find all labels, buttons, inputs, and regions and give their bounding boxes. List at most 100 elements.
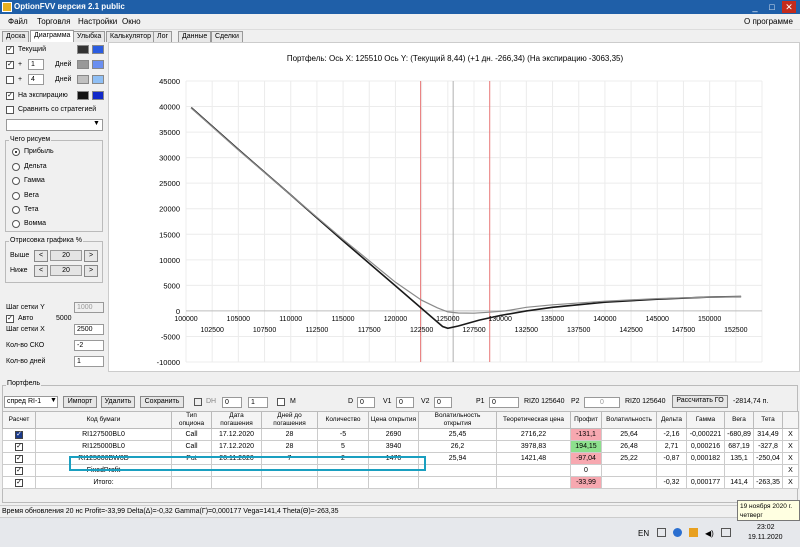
calc-checkbox[interactable]: ✓: [15, 442, 23, 451]
table-cell[interactable]: 26,2: [418, 440, 497, 453]
app-tray-icon[interactable]: [689, 528, 698, 537]
notification-icon[interactable]: [657, 528, 666, 537]
table-cell[interactable]: 2716,22: [496, 428, 571, 441]
plus4-days-input[interactable]: 4: [28, 74, 44, 85]
radio-profit[interactable]: [12, 148, 20, 156]
table-cell[interactable]: -5: [317, 428, 369, 441]
m-checkbox[interactable]: [277, 398, 285, 406]
table-cell[interactable]: 0,000182: [686, 452, 725, 465]
calc-checkbox[interactable]: ✓: [15, 454, 23, 463]
expiry-color-b[interactable]: [92, 91, 104, 100]
profit-chart[interactable]: 45000 40000 35000 30000 25000 20000 15000 10000…: [109, 71, 799, 371]
radio-delta[interactable]: [12, 163, 20, 171]
col-header[interactable]: Волатильность: [601, 411, 657, 429]
table-cell[interactable]: [496, 464, 571, 477]
compare-checkbox[interactable]: [6, 106, 14, 114]
menu-file[interactable]: Файл: [8, 17, 28, 26]
col-header[interactable]: Количество: [317, 411, 369, 429]
table-cell[interactable]: 26,48: [601, 440, 657, 453]
table-cell[interactable]: 0: [570, 464, 602, 477]
table-cell[interactable]: [171, 476, 212, 489]
col-header[interactable]: Код бумаги: [35, 411, 172, 429]
table-cell[interactable]: -263,35: [753, 476, 783, 489]
tab-deals[interactable]: Сделки: [211, 31, 243, 42]
table-cell[interactable]: [418, 476, 497, 489]
table-cell[interactable]: Итого:: [35, 476, 172, 489]
plus1-color-b[interactable]: [92, 60, 104, 69]
table-cell[interactable]: 3940: [368, 440, 419, 453]
plus1-days-input[interactable]: 1: [28, 59, 44, 70]
expiry-profit-line[interactable]: [190, 107, 742, 330]
maximize-button[interactable]: □: [765, 1, 779, 13]
col-header[interactable]: Гамма: [686, 411, 725, 429]
v2-input[interactable]: 0: [434, 397, 452, 408]
menu-about[interactable]: О программе: [744, 17, 793, 26]
table-cell[interactable]: [368, 476, 419, 489]
below-input[interactable]: 20: [50, 265, 82, 276]
calc-checkbox-cell[interactable]: ✓: [2, 428, 36, 441]
table-cell[interactable]: 25,64: [601, 428, 657, 441]
grid-y-input[interactable]: 1000: [74, 302, 104, 313]
table-cell[interactable]: 2,71: [656, 440, 687, 453]
clock-time[interactable]: 23:02: [757, 524, 775, 531]
table-cell[interactable]: 17.12.2020: [211, 428, 262, 441]
auto-checkbox[interactable]: ✓: [6, 315, 14, 323]
col-header[interactable]: Волатильность открытия: [418, 411, 497, 429]
col-header[interactable]: Тип опциона: [171, 411, 212, 429]
menu-window[interactable]: Окно: [122, 17, 141, 26]
remove-row-button[interactable]: X: [782, 440, 799, 453]
table-cell[interactable]: -97,04: [570, 452, 602, 465]
col-header[interactable]: Цена открытия: [368, 411, 419, 429]
table-cell[interactable]: -33,99: [570, 476, 602, 489]
expiry-color-a[interactable]: [77, 91, 89, 100]
table-cell[interactable]: 2690: [368, 428, 419, 441]
below-increase-button[interactable]: >: [84, 265, 98, 277]
col-header[interactable]: Профит: [570, 411, 602, 429]
table-cell[interactable]: RI127500BL0: [35, 428, 172, 441]
close-button[interactable]: ✕: [782, 1, 796, 13]
tab-data[interactable]: Данные: [178, 31, 212, 42]
col-header[interactable]: Дата погашения: [211, 411, 262, 429]
speaker-icon[interactable]: ◀): [705, 529, 714, 538]
col-header[interactable]: Вега: [724, 411, 754, 429]
strategy-select[interactable]: [6, 119, 103, 131]
table-cell[interactable]: 28: [261, 440, 318, 453]
remove-row-button[interactable]: X: [782, 452, 799, 465]
p2-input[interactable]: 0: [584, 397, 620, 408]
import-button[interactable]: Импорт: [63, 396, 97, 408]
minimize-button[interactable]: _: [748, 1, 762, 13]
table-cell[interactable]: -250,04: [753, 452, 783, 465]
save-button[interactable]: Сохранить: [140, 396, 184, 408]
language-indicator[interactable]: EN: [638, 529, 649, 538]
delete-button[interactable]: Удалить: [101, 396, 135, 408]
sko-input[interactable]: -2: [74, 340, 104, 351]
table-cell[interactable]: -0,32: [656, 476, 687, 489]
above-decrease-button[interactable]: <: [34, 250, 48, 262]
col-header[interactable]: Дней до погашения: [261, 411, 318, 429]
current-checkbox[interactable]: ✓: [6, 46, 14, 54]
table-cell[interactable]: -2,16: [656, 428, 687, 441]
table-cell[interactable]: [686, 464, 725, 477]
table-cell[interactable]: 314,49: [753, 428, 783, 441]
v1-input[interactable]: 0: [396, 397, 414, 408]
radio-vomma[interactable]: [12, 220, 20, 228]
plus4-checkbox[interactable]: [6, 76, 14, 84]
tab-board[interactable]: Доска: [2, 31, 30, 42]
current-color-blue[interactable]: [92, 45, 104, 54]
radio-theta[interactable]: [12, 206, 20, 214]
table-cell[interactable]: -680,89: [724, 428, 754, 441]
table-cell[interactable]: 0,000177: [686, 476, 725, 489]
table-cell[interactable]: 687,19: [724, 440, 754, 453]
plus1-checkbox[interactable]: ✓: [6, 61, 14, 69]
table-cell[interactable]: -0,87: [656, 452, 687, 465]
table-cell[interactable]: -327,8: [753, 440, 783, 453]
calc-checkbox[interactable]: ✓: [15, 466, 23, 475]
table-cell[interactable]: 25,45: [418, 428, 497, 441]
table-cell[interactable]: -131,1: [570, 428, 602, 441]
table-cell[interactable]: Call: [171, 440, 212, 453]
col-header[interactable]: Дельта: [656, 411, 687, 429]
menu-settings[interactable]: Настройки: [78, 17, 117, 26]
table-cell[interactable]: -0,000221: [686, 428, 725, 441]
tab-calculator[interactable]: Калькулятор: [106, 31, 155, 42]
current-color-dark[interactable]: [77, 45, 89, 54]
